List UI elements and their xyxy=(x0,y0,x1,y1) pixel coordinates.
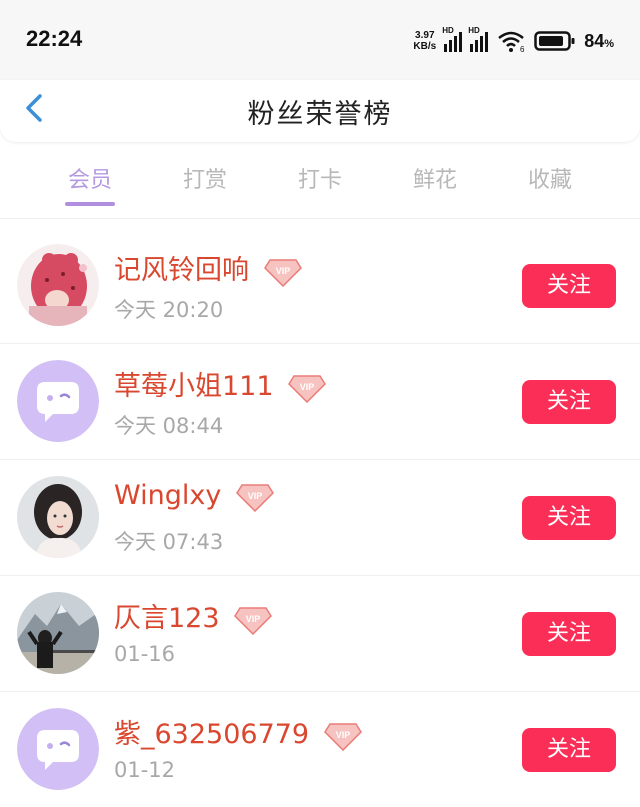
tab-bar: 会员 打赏 打卡 鲜花 收藏 xyxy=(0,148,640,219)
follow-button[interactable]: 关注 xyxy=(522,264,616,308)
svg-text:VIP: VIP xyxy=(275,266,290,276)
tab-tips[interactable]: 打赏 xyxy=(155,162,255,194)
fan-time: 01-12 xyxy=(114,758,176,782)
svg-text:VIP: VIP xyxy=(300,382,315,392)
fan-time: 今天 08:44 xyxy=(114,414,224,438)
avatar[interactable] xyxy=(17,476,99,558)
active-tab-indicator xyxy=(65,202,115,206)
fan-time: 今天 07:43 xyxy=(114,530,224,554)
fan-time: 01-16 xyxy=(114,642,176,666)
battery-icon xyxy=(534,31,575,51)
header-bar: 粉丝荣誉榜 xyxy=(0,80,640,142)
svg-text:VIP: VIP xyxy=(248,491,263,501)
tab-flowers[interactable]: 鲜花 xyxy=(385,162,485,194)
vip-diamond-icon: VIP xyxy=(323,722,362,751)
avatar[interactable] xyxy=(17,708,99,790)
tab-members[interactable]: 会员 xyxy=(40,162,140,194)
wifi-icon: 6 xyxy=(498,31,525,53)
follow-button[interactable]: 关注 xyxy=(522,496,616,540)
vip-diamond-icon: VIP xyxy=(234,606,273,635)
battery-percent: 84% xyxy=(584,30,614,51)
fan-name[interactable]: 记风铃回响 VIP xyxy=(114,248,302,287)
fan-name[interactable]: 仄言123 VIP xyxy=(114,596,273,635)
list-item[interactable]: 草莓小姐111 VIP 今天 08:44 关注 xyxy=(0,344,640,460)
follow-button[interactable]: 关注 xyxy=(522,612,616,656)
fan-name[interactable]: 草莓小姐111 VIP xyxy=(114,364,327,403)
avatar[interactable] xyxy=(17,244,99,326)
list-item[interactable]: 仄言123 VIP 01-16 关注 xyxy=(0,576,640,692)
status-bar: 22:24 3.97 KB/s HD HD 6 84% xyxy=(0,0,640,80)
fan-name[interactable]: Winglxy VIP xyxy=(114,480,274,512)
tab-favorites[interactable]: 收藏 xyxy=(500,162,600,194)
avatar[interactable] xyxy=(17,360,99,442)
tab-checkin[interactable]: 打卡 xyxy=(270,162,370,194)
follow-button[interactable]: 关注 xyxy=(522,728,616,772)
svg-text:VIP: VIP xyxy=(246,614,261,624)
pink-hoodie-avatar xyxy=(17,244,99,326)
svg-text:6: 6 xyxy=(520,45,525,53)
fan-name[interactable]: 紫_632506779 VIP xyxy=(114,712,362,751)
follow-button[interactable]: 关注 xyxy=(522,380,616,424)
list-item[interactable]: 记风铃回响 VIP 今天 20:20 关注 xyxy=(0,228,640,344)
vip-diamond-icon: VIP xyxy=(288,374,327,403)
cell-signal-icon: HD xyxy=(442,26,463,52)
status-icons: 3.97 KB/s HD HD 6 84% xyxy=(413,26,614,56)
list-item[interactable]: 紫_632506779 VIP 01-12 关注 xyxy=(0,692,640,807)
svg-text:VIP: VIP xyxy=(335,730,350,740)
status-time: 22:24 xyxy=(26,26,83,51)
avatar[interactable] xyxy=(17,592,99,674)
network-speed: 3.97 KB/s xyxy=(413,30,437,52)
portrait-photo-avatar xyxy=(17,476,99,558)
default-chat-avatar xyxy=(17,708,99,790)
fan-list: 记风铃回响 VIP 今天 20:20 关注 草莓小姐111 VIP 今天 08:… xyxy=(0,228,640,807)
page-title: 粉丝荣誉榜 xyxy=(247,99,393,130)
list-item[interactable]: Winglxy VIP 今天 07:43 关注 xyxy=(0,460,640,576)
vip-diamond-icon: VIP xyxy=(263,258,302,287)
mountain-photo-avatar xyxy=(17,592,99,674)
cell-signal-icon: HD xyxy=(468,26,489,52)
fan-time: 今天 20:20 xyxy=(114,298,224,322)
vip-diamond-icon: VIP xyxy=(235,483,274,512)
default-chat-avatar xyxy=(17,360,99,442)
